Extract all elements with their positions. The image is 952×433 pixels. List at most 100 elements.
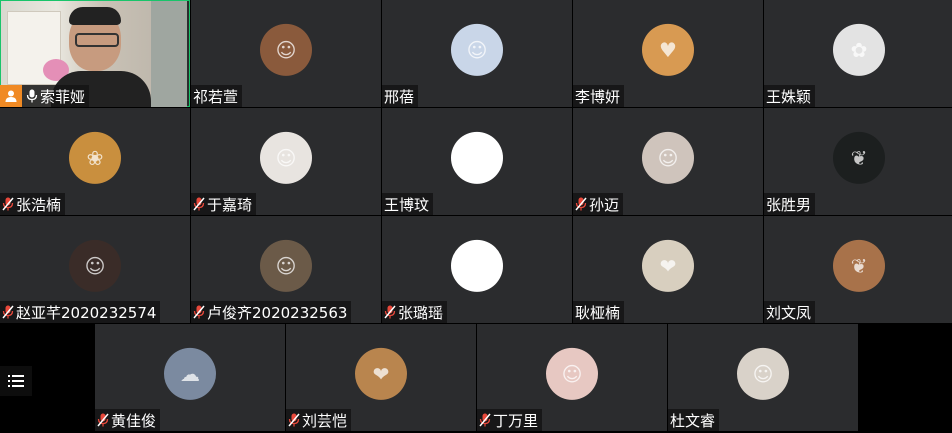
participant-tile[interactable]: ☺ 杜文睿: [668, 324, 858, 431]
avatar: ☁: [164, 347, 216, 400]
participant-tile[interactable]: ❤ 耿桠楠: [573, 216, 763, 323]
avatar: ☺: [451, 23, 503, 76]
participant-name: 黄佳俊: [111, 411, 157, 430]
avatar-glyph: ❦: [850, 253, 868, 278]
participant-name: 邢蓓: [384, 87, 415, 106]
avatar-glyph: ❦: [850, 145, 868, 170]
name-tag: 索菲娅: [0, 85, 90, 107]
mic-muted-icon: [2, 197, 14, 211]
avatar-glyph: ☺: [466, 37, 488, 62]
avatar: ☺: [737, 347, 789, 400]
avatar-glyph: ☁: [180, 361, 200, 386]
participants-menu-button[interactable]: [0, 366, 32, 396]
participant-name: 耿桠楠: [575, 303, 621, 322]
participant-tile[interactable]: ☺ 赵亚芊2020232574: [0, 216, 190, 323]
avatar-glyph: ✿: [850, 37, 868, 62]
avatar: ❦: [833, 239, 885, 292]
participant-name: 于嘉琦: [207, 195, 253, 214]
participant-tile[interactable]: ☺ 卢俊齐2020232563: [191, 216, 381, 323]
participant-name: 孙迈: [589, 195, 620, 214]
participant-name: 丁万里: [493, 411, 539, 430]
mic-muted-icon: [97, 413, 109, 427]
participant-name: 祁若萱: [193, 87, 239, 106]
participant-name: 杜文睿: [670, 411, 716, 430]
avatar-glyph: ☺: [275, 253, 297, 278]
participant-name: 张胜男: [766, 195, 812, 214]
avatar: ☺: [260, 239, 312, 292]
participant-name: 刘文凤: [766, 303, 812, 322]
participant-name: 张璐瑶: [398, 303, 444, 322]
avatar-glyph: ♥: [659, 37, 677, 62]
name-tag: 祁若萱: [191, 85, 243, 107]
participant-tile[interactable]: ☺ 邢蓓: [382, 0, 572, 107]
participant-tile[interactable]: ❦ 刘文凤: [764, 216, 952, 323]
avatar: ☺: [546, 347, 598, 400]
avatar: ᓚ: [451, 239, 503, 292]
participant-name: 王姝颖: [766, 87, 812, 106]
name-tag: 卢俊齐2020232563: [191, 301, 352, 323]
participant-tile[interactable]: ❤ 刘芸恺: [286, 324, 476, 431]
participant-name: 赵亚芊2020232574: [16, 303, 157, 322]
avatar: ☺: [260, 131, 312, 184]
participant-tile[interactable]: ☺ 于嘉琦: [191, 108, 381, 215]
mic-muted-icon: [2, 305, 14, 319]
avatar: ❤: [355, 347, 407, 400]
mic-muted-icon: [479, 413, 491, 427]
participant-name: 王博玟: [384, 195, 430, 214]
participant-tile[interactable]: ᓚ 张璐瑶: [382, 216, 572, 323]
avatar: ☺: [260, 23, 312, 76]
mic-muted-icon: [193, 305, 205, 319]
avatar: ☺: [69, 239, 121, 292]
participant-grid: 索菲娅 ☺ 祁若萱 ☺ 邢蓓 ♥ 李博妍 ✿ 王姝颖 ❀ 张浩楠 ☺ 于嘉琦 ✎ 王博玟 ☺ 孙迈 ❦ 张胜男 ☺ 赵亚…: [0, 0, 952, 433]
avatar-glyph: ☺: [657, 145, 679, 170]
name-tag: 刘文凤: [764, 301, 816, 323]
avatar-glyph: ᓚ: [468, 253, 486, 278]
participant-tile[interactable]: ☺ 祁若萱: [191, 0, 381, 107]
avatar: ❦: [833, 131, 885, 184]
name-tag: 于嘉琦: [191, 193, 257, 215]
participant-tile[interactable]: ✿ 王姝颖: [764, 0, 952, 107]
mic-muted-icon: [288, 413, 300, 427]
avatar: ♥: [642, 23, 694, 76]
name-tag: 耿桠楠: [573, 301, 625, 323]
mic-muted-icon: [193, 197, 205, 211]
name-tag: 刘芸恺: [286, 409, 352, 431]
participant-name: 李博妍: [575, 87, 621, 106]
participant-name: 张浩楠: [16, 195, 62, 214]
avatar-glyph: ☺: [752, 361, 774, 386]
participant-name: 卢俊齐2020232563: [207, 303, 348, 322]
name-tag: 张浩楠: [0, 193, 66, 215]
list-icon: [8, 375, 24, 387]
participant-tile[interactable]: ❀ 张浩楠: [0, 108, 190, 215]
avatar-glyph: ❀: [86, 145, 104, 170]
host-badge-icon: [0, 85, 22, 107]
participant-tile[interactable]: ♥ 李博妍: [573, 0, 763, 107]
mic-icon: [26, 89, 38, 103]
avatar-glyph: ❤: [659, 253, 677, 278]
participant-tile[interactable]: ☺ 孙迈: [573, 108, 763, 215]
participant-tile[interactable]: ✎ 王博玟: [382, 108, 572, 215]
avatar-glyph: ☺: [275, 145, 297, 170]
participant-name: 索菲娅: [40, 87, 86, 106]
name-tag: 黄佳俊: [95, 409, 161, 431]
name-tag: 赵亚芊2020232574: [0, 301, 161, 323]
participant-tile[interactable]: ☁ 黄佳俊: [95, 324, 285, 431]
participant-tile[interactable]: 索菲娅: [0, 0, 190, 107]
participant-tile[interactable]: ❦ 张胜男: [764, 108, 952, 215]
name-tag: 杜文睿: [668, 409, 720, 431]
avatar: ✿: [833, 23, 885, 76]
avatar: ❀: [69, 131, 121, 184]
avatar-glyph: ✎: [468, 145, 486, 170]
mic-muted-icon: [384, 305, 396, 319]
participant-name: 刘芸恺: [302, 411, 348, 430]
name-tag: 丁万里: [477, 409, 543, 431]
name-tag: 孙迈: [573, 193, 624, 215]
name-tag: 张璐瑶: [382, 301, 448, 323]
participant-tile[interactable]: ☺ 丁万里: [477, 324, 667, 431]
name-tag: 张胜男: [764, 193, 816, 215]
name-tag: 王姝颖: [764, 85, 816, 107]
avatar-glyph: ☺: [84, 253, 106, 278]
avatar-glyph: ☺: [561, 361, 583, 386]
avatar: ❤: [642, 239, 694, 292]
name-tag: 李博妍: [573, 85, 625, 107]
